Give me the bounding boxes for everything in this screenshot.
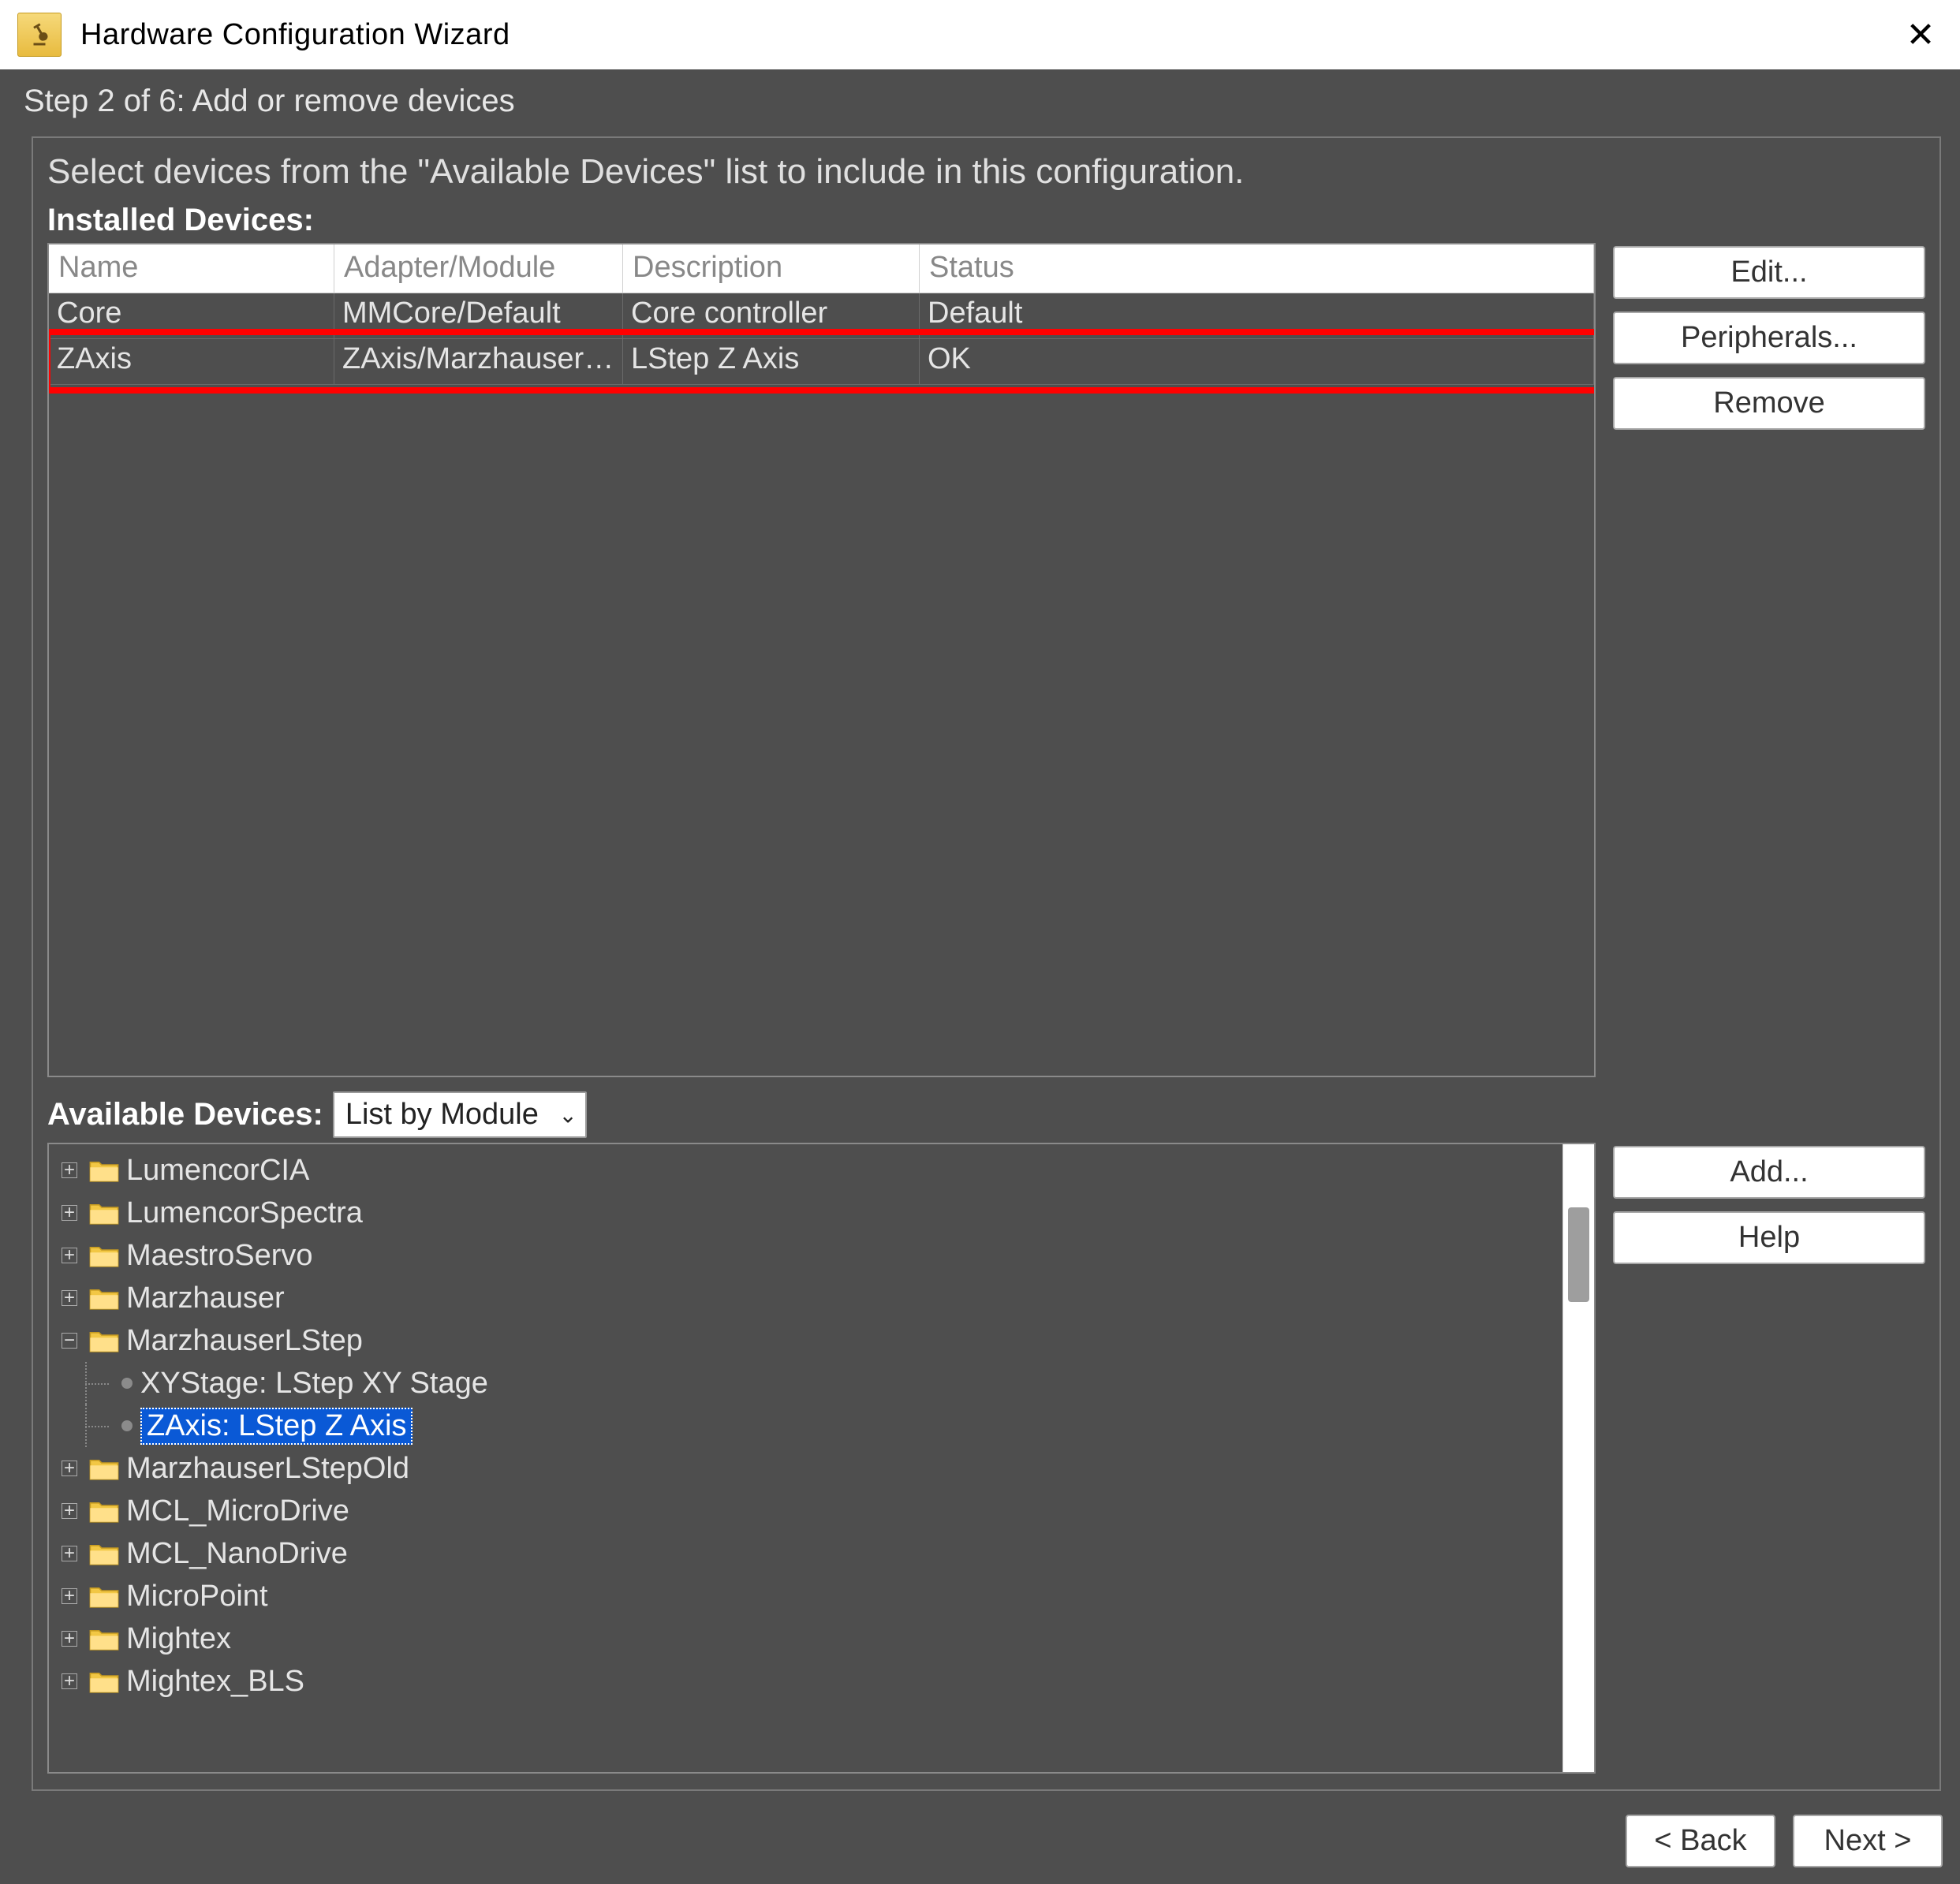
close-icon: ✕	[1906, 15, 1936, 55]
help-button[interactable]: Help	[1613, 1211, 1925, 1264]
cell-adapter: MMCore/Default	[334, 293, 623, 338]
expand-icon[interactable]: +	[62, 1546, 77, 1561]
folder-icon	[88, 1456, 120, 1481]
tree-node[interactable]: + LumencorSpectra	[57, 1192, 1558, 1234]
tree-node-label: MCL_NanoDrive	[126, 1537, 348, 1571]
tree-node[interactable]: + Mightex	[57, 1617, 1558, 1660]
tree-node[interactable]: + Marzhauser	[57, 1277, 1558, 1319]
instruction-text: Select devices from the "Available Devic…	[47, 147, 1925, 203]
cell-name: Core	[49, 293, 334, 338]
cell-desc: LStep Z Axis	[623, 339, 920, 384]
cell-name: ZAxis	[49, 339, 334, 384]
tree-node[interactable]: − MarzhauserLStep	[57, 1319, 1558, 1362]
expand-icon[interactable]: +	[62, 1631, 77, 1647]
available-devices-label: Available Devices:	[47, 1097, 323, 1132]
dropdown-value: List by Module	[345, 1098, 539, 1131]
folder-icon	[88, 1498, 120, 1524]
expand-icon[interactable]: +	[62, 1248, 77, 1263]
folder-icon	[88, 1626, 120, 1651]
tree-leaf[interactable]: ZAxis: LStep Z Axis	[57, 1405, 1558, 1447]
folder-icon	[88, 1243, 120, 1268]
back-button[interactable]: < Back	[1626, 1815, 1775, 1867]
table-header-row: Name Adapter/Module Description Status	[49, 244, 1594, 293]
device-icon	[121, 1420, 133, 1431]
col-adapter[interactable]: Adapter/Module	[334, 244, 623, 293]
expand-icon[interactable]: +	[62, 1461, 77, 1476]
tree-node-label: MarzhauserLStepOld	[126, 1452, 409, 1486]
tree-node-label: MCL_MicroDrive	[126, 1494, 349, 1528]
tree-node[interactable]: + MicroPoint	[57, 1575, 1558, 1617]
tree-node[interactable]: + MarzhauserLStepOld	[57, 1447, 1558, 1490]
folder-icon	[88, 1328, 120, 1353]
peripherals-button[interactable]: Peripherals...	[1613, 312, 1925, 364]
next-button[interactable]: Next >	[1793, 1815, 1943, 1867]
tree-leaf-label: XYStage: LStep XY Stage	[140, 1367, 488, 1401]
col-description[interactable]: Description	[623, 244, 920, 293]
expand-icon[interactable]: +	[62, 1205, 77, 1221]
table-row[interactable]: Core MMCore/Default Core controller Defa…	[49, 293, 1594, 339]
folder-icon	[88, 1669, 120, 1694]
expand-icon[interactable]: +	[62, 1503, 77, 1519]
cell-status: OK	[920, 339, 1594, 384]
content-panel: Select devices from the "Available Devic…	[32, 136, 1941, 1791]
tree-leaf[interactable]: XYStage: LStep XY Stage	[57, 1362, 1558, 1405]
tree-node[interactable]: + MCL_MicroDrive	[57, 1490, 1558, 1532]
tree-node-label: Marzhauser	[126, 1281, 285, 1315]
list-mode-dropdown[interactable]: List by Module ⌄	[333, 1091, 587, 1138]
col-name[interactable]: Name	[49, 244, 334, 293]
tree-node[interactable]: + LumencorCIA	[57, 1149, 1558, 1192]
device-icon	[121, 1378, 133, 1389]
folder-icon	[88, 1541, 120, 1566]
expand-icon[interactable]: +	[62, 1673, 77, 1689]
edit-button[interactable]: Edit...	[1613, 246, 1925, 299]
available-devices-tree: + LumencorCIA + LumencorSpectra + MaestroServ…	[47, 1143, 1596, 1774]
cell-desc: Core controller	[623, 293, 920, 338]
collapse-icon[interactable]: −	[62, 1333, 77, 1349]
add-button[interactable]: Add...	[1613, 1146, 1925, 1199]
folder-icon	[88, 1285, 120, 1311]
microscope-icon	[17, 13, 62, 57]
cell-status: Default	[920, 293, 1594, 338]
wizard-footer: < Back Next >	[0, 1797, 1960, 1884]
wizard-window: Hardware Configuration Wizard ✕ Step 2 o…	[0, 0, 1960, 1884]
folder-icon	[88, 1584, 120, 1609]
tree-node-label: MaestroServo	[126, 1239, 313, 1273]
tree-node-label: Mightex	[126, 1622, 231, 1656]
table-row[interactable]: ZAxis ZAxis/MarzhauserL... LStep Z Axis …	[49, 339, 1594, 385]
chevron-down-icon: ⌄	[558, 1102, 577, 1128]
installed-devices-label: Installed Devices:	[47, 203, 1925, 238]
close-button[interactable]: ✕	[1881, 0, 1960, 69]
tree-node-label: LumencorSpectra	[126, 1196, 363, 1230]
tree-node[interactable]: + MaestroServo	[57, 1234, 1558, 1277]
tree-node-label: Mightex_BLS	[126, 1665, 304, 1699]
expand-icon[interactable]: +	[62, 1162, 77, 1178]
installed-devices-table: Name Adapter/Module Description Status C…	[47, 243, 1596, 1077]
expand-icon[interactable]: +	[62, 1290, 77, 1306]
tree-node-label: MicroPoint	[126, 1580, 268, 1614]
folder-icon	[88, 1158, 120, 1183]
tree-scrollbar[interactable]	[1562, 1144, 1594, 1772]
tree-node[interactable]: + MCL_NanoDrive	[57, 1532, 1558, 1575]
scrollbar-thumb[interactable]	[1568, 1207, 1589, 1302]
expand-icon[interactable]: +	[62, 1588, 77, 1604]
remove-button[interactable]: Remove	[1613, 377, 1925, 430]
cell-adapter: ZAxis/MarzhauserL...	[334, 339, 623, 384]
titlebar: Hardware Configuration Wizard ✕	[0, 0, 1960, 69]
tree-node[interactable]: + Mightex_BLS	[57, 1660, 1558, 1703]
tree-node-label: MarzhauserLStep	[126, 1324, 363, 1358]
window-title: Hardware Configuration Wizard	[80, 18, 1881, 52]
tree-node-label: LumencorCIA	[126, 1154, 309, 1188]
col-status[interactable]: Status	[920, 244, 1594, 293]
folder-icon	[88, 1200, 120, 1226]
step-banner: Step 2 of 6: Add or remove devices	[0, 69, 1960, 136]
tree-leaf-label: ZAxis: LStep Z Axis	[140, 1408, 413, 1445]
